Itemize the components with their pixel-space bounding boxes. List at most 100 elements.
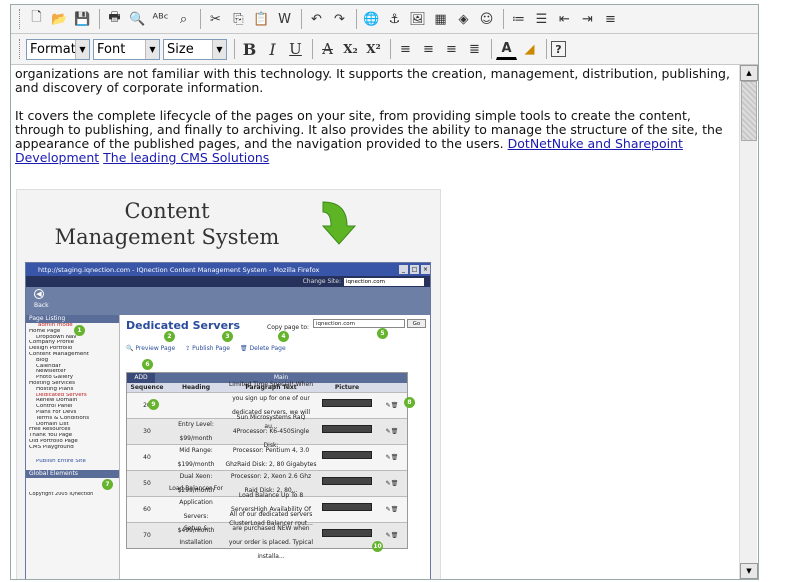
scroll-up-icon[interactable]: ▲ [740, 65, 758, 81]
smiley-button[interactable]: ☺ [476, 9, 497, 30]
toolbar-grip[interactable] [19, 39, 22, 59]
format-select[interactable]: Format ▼ [26, 38, 90, 60]
toolbar-separator [234, 39, 235, 59]
toolbar-separator [200, 9, 201, 29]
link-icon: 🌐 [363, 11, 380, 27]
vertical-scrollbar[interactable]: ▲ ▼ [739, 65, 758, 579]
media-button[interactable]: ◈ [453, 9, 474, 30]
spellcheck-button[interactable]: ᴬᴮᶜ [150, 9, 171, 30]
unordered-list-icon: ☰ [535, 11, 548, 27]
content-grid: ADD Main Sequence Heading Paragraph Text… [126, 372, 408, 560]
content-paragraph: It covers the complete lifecycle of the … [15, 109, 737, 165]
table-button[interactable]: ▦ [430, 9, 451, 30]
row-picture [317, 476, 377, 491]
align-left-button[interactable]: ≡ [395, 39, 416, 60]
add-button: ADD [127, 373, 155, 383]
copy-button[interactable]: ⎘ [228, 9, 249, 30]
callout-badge: 4 [278, 331, 289, 342]
link-cms-solutions[interactable]: The leading CMS Solutions [103, 150, 269, 165]
print-button[interactable]: 🖶 [104, 9, 125, 30]
save-button[interactable]: 💾 [72, 9, 93, 30]
text-color-button[interactable]: A [496, 39, 517, 60]
row-picture [317, 450, 377, 465]
col-picture: Picture [334, 384, 360, 391]
align-left-icon: ≡ [400, 41, 411, 57]
change-site-select: iqnection.com [344, 277, 424, 286]
bold-button[interactable]: B [239, 39, 260, 60]
outdent-button[interactable]: ⇤ [554, 9, 575, 30]
toolbar-main: 🗋 📂 💾 🖶 🔍 ᴬᴮᶜ ⌕ ✂ ⎘ 📋 W ↶ ↷ 🌐 ⚓ 🖼 ▦ ◈ ☺ ≔ ☰ ⇤ ⇥ ≡ [11, 5, 758, 34]
firefox-titlebar: http://staging.iqnection.com - IQnection… [26, 263, 430, 276]
cut-button[interactable]: ✂ [205, 9, 226, 30]
callout-badge: 2 [164, 331, 175, 342]
new-page-button[interactable]: 🗋 [26, 9, 47, 30]
grid-rows: 20 Limited Time Special! When you sign up… [127, 381, 407, 560]
link-button[interactable]: 🌐 [361, 9, 382, 30]
align-center-button[interactable]: ≡ [418, 39, 439, 60]
toolbar-grip[interactable] [19, 9, 22, 29]
table-icon: ▦ [434, 11, 447, 27]
editor-content[interactable]: organizations are not familiar with this… [13, 65, 739, 579]
strikethrough-button[interactable]: A [317, 39, 338, 60]
align-justify-icon: ≣ [469, 41, 480, 57]
indent-button[interactable]: ⇥ [577, 9, 598, 30]
anchor-button[interactable]: ⚓ [384, 9, 405, 30]
print-preview-button[interactable]: 🔍 [127, 9, 148, 30]
callout-badge: 10 [372, 541, 383, 552]
align-right-icon: ≡ [446, 41, 457, 57]
paste-icon: 📋 [253, 11, 270, 27]
preview-page-action: 🔍 Preview Page [126, 345, 176, 352]
unordered-list-button[interactable]: ☰ [531, 9, 552, 30]
subscript-button[interactable]: X₂ [340, 39, 361, 60]
paste-button[interactable]: 📋 [251, 9, 272, 30]
italic-icon: I [269, 39, 276, 59]
scrollbar-thumb[interactable] [741, 81, 757, 141]
ordered-list-button[interactable]: ≔ [508, 9, 529, 30]
superscript-button[interactable]: X² [363, 39, 384, 60]
preview-label: Preview Page [135, 345, 176, 352]
underline-icon: U [289, 40, 302, 58]
callout-badge: 3 [222, 331, 233, 342]
publish-entire-site: Publish Entire Site [36, 458, 86, 464]
row-sequence: 70 [143, 531, 151, 539]
cms-main-panel: Dedicated Servers Copy page to: iqnectio… [124, 315, 428, 579]
special-list-button[interactable]: ≡ [600, 9, 621, 30]
chevron-down-icon: ▼ [75, 39, 89, 59]
find-icon: ⌕ [179, 11, 188, 27]
underline-button[interactable]: U [285, 39, 306, 60]
format-select-label: Format [30, 41, 76, 57]
highlight-button[interactable]: ◢ [519, 39, 540, 60]
toolbar-separator [503, 9, 504, 29]
paste-word-button[interactable]: W [274, 9, 295, 30]
align-right-button[interactable]: ≡ [441, 39, 462, 60]
page-listing-header: Page Listing [26, 315, 119, 323]
table-row: 40 Mid Range: $199/month Processor: Pentiu… [127, 444, 407, 470]
undo-button[interactable]: ↶ [306, 9, 327, 30]
col-actions [377, 383, 407, 392]
size-select[interactable]: Size ▼ [163, 38, 227, 60]
firefox-window: http://staging.iqnection.com - IQnection… [25, 262, 431, 579]
print-icon: 🖶 [108, 10, 121, 25]
image-button[interactable]: 🖼 [407, 9, 428, 30]
row-sequence: 60 [143, 505, 151, 513]
italic-button[interactable]: I [262, 39, 283, 60]
toolbar-separator [312, 39, 313, 59]
delete-label: Delete Page [249, 345, 286, 352]
global-elements-header: Global Elements [26, 470, 119, 479]
scroll-down-icon[interactable]: ▼ [740, 563, 758, 579]
redo-button[interactable]: ↷ [329, 9, 350, 30]
help-button[interactable]: ? [551, 41, 566, 57]
toolbar-format: Format ▼ Font ▼ Size ▼ B I U A X₂ X² ≡ ≡ ≡ … [11, 34, 758, 65]
go-button: Go [407, 319, 426, 328]
open-folder-button[interactable]: 📂 [49, 9, 70, 30]
publish-page-action: ⇪ Publish Page [185, 345, 230, 352]
row-actions: ✎🗑 [385, 453, 399, 461]
back-bar: ◀ Back [26, 287, 430, 315]
cms-title-line1: Content [124, 199, 210, 223]
font-select[interactable]: Font ▼ [93, 38, 160, 60]
anchor-icon: ⚓ [388, 11, 401, 27]
server-image [322, 398, 372, 407]
align-justify-button[interactable]: ≣ [464, 39, 485, 60]
find-button[interactable]: ⌕ [173, 9, 194, 30]
chevron-down-icon: ▼ [145, 39, 159, 59]
